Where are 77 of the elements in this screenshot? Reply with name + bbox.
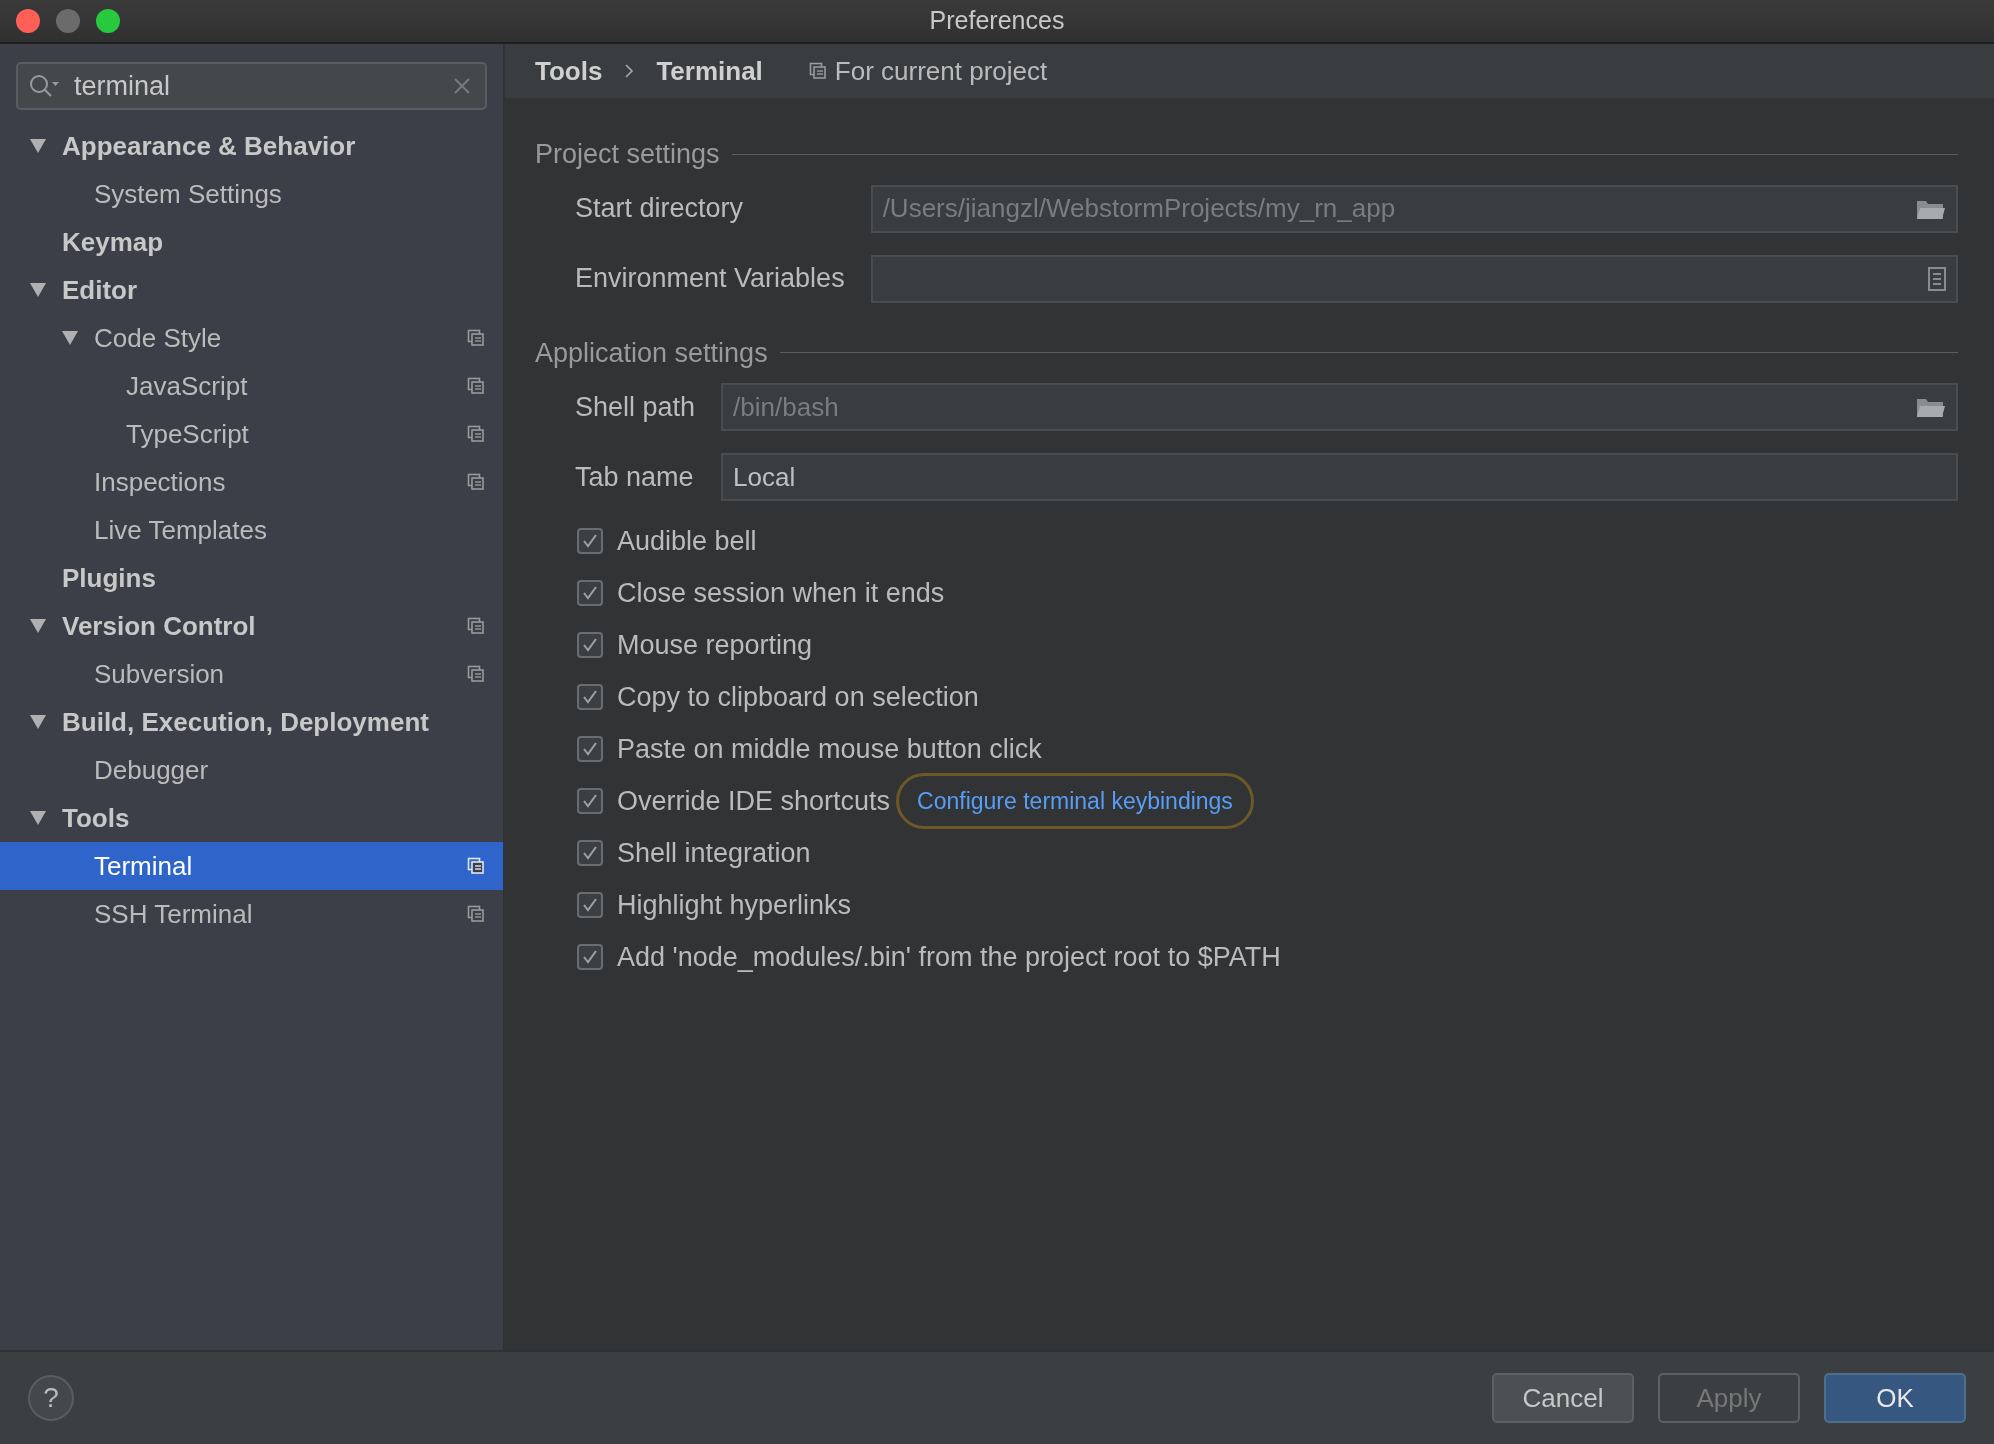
checkbox-label: Override IDE shortcuts: [617, 784, 891, 818]
checkmark-icon: [581, 636, 599, 654]
document-icon[interactable]: [1928, 266, 1946, 291]
tree-item[interactable]: Keymap: [0, 218, 503, 266]
checkbox[interactable]: [577, 580, 603, 606]
expand-arrow-icon[interactable]: [29, 137, 47, 155]
field-label: Shell path: [575, 390, 696, 424]
checkbox-label: Highlight hyperlinks: [617, 888, 852, 922]
chevron-icon: [624, 63, 635, 79]
expand-arrow-icon[interactable]: [61, 329, 79, 347]
input-field[interactable]: /Users/jiangzl/WebstormProjects/my_rn_app: [870, 184, 1958, 233]
checkbox-label: Shell integration: [617, 836, 811, 870]
tree-item[interactable]: Plugins: [0, 554, 503, 602]
section-title: Application settings: [535, 336, 768, 370]
expand-arrow-icon[interactable]: [29, 713, 47, 731]
checkmark-icon: [581, 688, 599, 706]
tree-item[interactable]: Subversion: [0, 650, 503, 698]
tree-item[interactable]: Code Style: [0, 314, 503, 362]
input-field[interactable]: [870, 254, 1958, 303]
checkbox-label: Audible bell: [617, 524, 757, 558]
checkbox[interactable]: [577, 892, 603, 918]
search-icon: [28, 73, 60, 99]
field-label: Start directory: [575, 192, 745, 226]
configure-link[interactable]: Configure terminal keybindings: [896, 772, 1254, 830]
checkbox[interactable]: [577, 944, 603, 970]
close-button[interactable]: [16, 9, 40, 33]
tree-item[interactable]: Version Control: [0, 602, 503, 650]
tree-item[interactable]: Inspections: [0, 458, 503, 506]
tree-item[interactable]: Build, Execution, Deployment: [0, 698, 503, 746]
checkbox[interactable]: [577, 788, 603, 814]
minimize-button[interactable]: [56, 9, 80, 33]
clear-icon[interactable]: [453, 77, 471, 95]
tree-item[interactable]: Live Templates: [0, 506, 503, 554]
checkmark-icon: [581, 740, 599, 758]
help-button[interactable]: ?: [28, 1375, 74, 1421]
search-field[interactable]: terminal: [16, 62, 487, 110]
field-label: Tab name: [575, 460, 695, 494]
zoom-button[interactable]: [96, 9, 120, 33]
scope-label: For current project: [834, 54, 1048, 88]
breadcrumb-item[interactable]: Tools: [535, 51, 603, 91]
checkbox[interactable]: [577, 840, 603, 866]
tree-item[interactable]: Debugger: [0, 746, 503, 794]
tree-item[interactable]: Editor: [0, 266, 503, 314]
expand-arrow-icon[interactable]: [29, 809, 47, 827]
checkbox[interactable]: [577, 736, 603, 762]
dialog-button[interactable]: Cancel: [1492, 1373, 1634, 1423]
tree-item[interactable]: Tools: [0, 794, 503, 842]
input-field[interactable]: Local: [721, 453, 1958, 501]
checkbox[interactable]: [577, 528, 603, 554]
expand-arrow-icon[interactable]: [29, 281, 47, 299]
checkmark-icon: [581, 532, 599, 550]
checkmark-icon: [581, 896, 599, 914]
checkbox-label: Paste on middle mouse button click: [617, 732, 1042, 766]
checkmark-icon: [581, 792, 599, 810]
checkbox-label: Mouse reporting: [617, 628, 813, 662]
checkbox-label: Close session when it ends: [617, 576, 945, 610]
checkmark-icon: [581, 584, 599, 602]
tree-item[interactable]: TypeScript: [0, 410, 503, 458]
tree-item[interactable]: Appearance & Behavior: [0, 122, 503, 170]
checkbox-label: Add 'node_modules/.bin' from the project root to $PATH: [617, 940, 1281, 974]
field-label: Environment Variables: [575, 262, 845, 296]
tree-item[interactable]: JavaScript: [0, 362, 503, 410]
expand-arrow-icon[interactable]: [29, 617, 47, 635]
window-title: Preferences: [929, 6, 1065, 35]
section-title: Project settings: [535, 138, 720, 171]
tree-item[interactable]: Terminal: [0, 842, 503, 890]
dialog-button[interactable]: OK: [1824, 1373, 1966, 1423]
checkbox[interactable]: [577, 632, 603, 658]
input-field[interactable]: /bin/bash: [721, 383, 1958, 431]
breadcrumb-item[interactable]: Terminal: [656, 51, 763, 91]
checkbox-label: Copy to clipboard on selection: [617, 680, 979, 714]
tree-item[interactable]: System Settings: [0, 170, 503, 218]
checkmark-icon: [581, 844, 599, 862]
project-level-icon: [808, 62, 827, 80]
checkmark-icon: [581, 948, 599, 966]
checkbox[interactable]: [577, 684, 603, 710]
tree-item[interactable]: SSH Terminal: [0, 890, 503, 938]
